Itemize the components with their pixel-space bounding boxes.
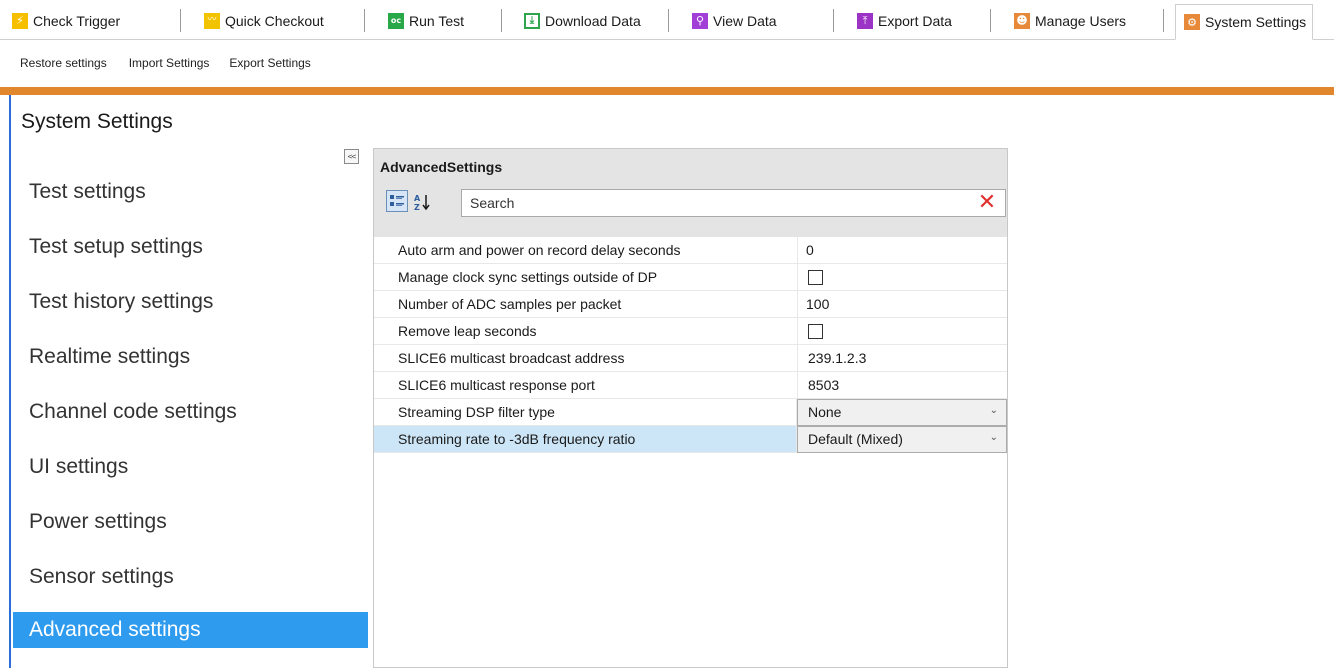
property-name: Streaming rate to -3dB frequency ratio — [374, 426, 797, 452]
tab-view-data[interactable]: ⚲ View Data — [692, 9, 777, 32]
tab-divider — [180, 9, 181, 32]
chevron-down-icon: ⌄ — [989, 431, 998, 443]
property-grid-header: AdvancedSettings A Z Search ✕ — [374, 149, 1007, 237]
categorized-icon — [390, 195, 404, 206]
view-data-icon: ⚲ — [692, 12, 708, 29]
settings-icon: ⚙ — [1184, 14, 1200, 30]
search-box: ✕ — [461, 189, 1006, 217]
property-row[interactable]: SLICE6 multicast broadcast address 239.1… — [374, 345, 1007, 372]
dropdown-selected-value: None — [808, 404, 842, 420]
import-settings-menu-item[interactable]: Import Settings — [129, 56, 210, 76]
property-checkbox[interactable] — [808, 323, 823, 339]
download-icon: ⤓ — [524, 12, 540, 29]
clear-search-icon[interactable]: ✕ — [977, 192, 997, 214]
svg-text:Z: Z — [414, 203, 420, 212]
sidebar-item-test-settings[interactable]: Test settings — [13, 174, 368, 210]
property-name: Remove leap seconds — [374, 318, 798, 344]
property-value-cell — [798, 264, 1007, 290]
property-row[interactable]: Remove leap seconds — [374, 318, 1007, 345]
tab-divider — [1163, 9, 1164, 32]
tab-download-data[interactable]: ⤓ Download Data — [524, 9, 641, 32]
restore-settings-menu-item[interactable]: Restore settings — [20, 56, 107, 76]
sidebar-item-realtime-settings[interactable]: Realtime settings — [13, 339, 368, 375]
tab-divider — [990, 9, 991, 32]
tab-divider — [364, 9, 365, 32]
tab-system-settings[interactable]: ⚙ System Settings — [1175, 4, 1314, 40]
property-list: Auto arm and power on record delay secon… — [374, 237, 1007, 453]
settings-panel: System Settings Test settings Test setup… — [9, 95, 1334, 668]
property-row[interactable]: Manage clock sync settings outside of DP — [374, 264, 1007, 291]
tab-label: View Data — [713, 12, 777, 29]
property-value-input[interactable]: 239.1.2.3 — [798, 345, 1007, 371]
property-value-input[interactable]: 100 — [798, 291, 1007, 317]
tab-label: Check Trigger — [33, 12, 121, 29]
dropdown-selected-value: Default (Mixed) — [808, 431, 903, 447]
property-checkbox[interactable] — [808, 269, 823, 285]
property-name: SLICE6 multicast broadcast address — [374, 345, 798, 371]
tab-export-data[interactable]: ⤒ Export Data — [857, 9, 952, 32]
header-accent-bar — [0, 87, 1334, 95]
search-input[interactable] — [462, 190, 962, 216]
tab-manage-users[interactable]: ☻ Manage Users — [1014, 9, 1126, 32]
property-row[interactable]: SLICE6 multicast response port 8503 — [374, 372, 1007, 399]
alphabetical-sort-button[interactable]: A Z — [412, 192, 432, 212]
export-settings-menu-item[interactable]: Export Settings — [229, 56, 310, 76]
tab-label: Quick Checkout — [225, 12, 324, 29]
property-value-cell: Default (Mixed) ⌄ — [797, 425, 1007, 453]
sidebar-item-test-setup-settings[interactable]: Test setup settings — [13, 229, 368, 265]
svg-text:A: A — [414, 194, 421, 203]
main-tab-bar: ⚡ Check Trigger 〰 Quick Checkout oc Run … — [0, 0, 1334, 40]
tab-divider — [668, 9, 669, 32]
property-value-cell — [798, 318, 1007, 344]
property-value-input[interactable]: 0 — [798, 237, 1007, 263]
property-value-cell: None ⌄ — [797, 398, 1007, 426]
tab-quick-checkout[interactable]: 〰 Quick Checkout — [204, 9, 324, 32]
tab-label: Download Data — [545, 12, 641, 29]
property-row[interactable]: Auto arm and power on record delay secon… — [374, 237, 1007, 264]
tab-run-test[interactable]: oc Run Test — [388, 9, 464, 32]
tab-label: System Settings — [1205, 14, 1307, 30]
page-title: System Settings — [21, 110, 173, 133]
property-name: Number of ADC samples per packet — [374, 291, 798, 317]
sidebar-item-ui-settings[interactable]: UI settings — [13, 449, 368, 485]
tab-divider — [501, 9, 502, 32]
property-grid-title: AdvancedSettings — [380, 159, 503, 175]
chevron-down-icon: ⌄ — [989, 404, 998, 416]
users-icon: ☻ — [1014, 12, 1030, 29]
property-row[interactable]: Number of ADC samples per packet 100 — [374, 291, 1007, 318]
property-name: SLICE6 multicast response port — [374, 372, 798, 398]
sort-az-icon: A Z — [414, 194, 430, 212]
tab-label: Export Data — [878, 12, 952, 29]
tab-check-trigger[interactable]: ⚡ Check Trigger — [12, 9, 120, 32]
frequency-ratio-dropdown[interactable]: Default (Mixed) ⌄ — [797, 425, 1007, 453]
tab-label: Run Test — [409, 12, 464, 29]
property-value-input[interactable]: 8503 — [798, 372, 1007, 398]
categorized-view-button[interactable] — [386, 190, 408, 212]
quick-checkout-icon: 〰 — [204, 12, 220, 29]
run-test-icon: oc — [388, 12, 404, 29]
sidebar-item-sensor-settings[interactable]: Sensor settings — [13, 559, 368, 595]
sidebar-item-channel-code-settings[interactable]: Channel code settings — [13, 394, 368, 430]
dsp-filter-type-dropdown[interactable]: None ⌄ — [797, 398, 1007, 426]
sidebar-item-test-history-settings[interactable]: Test history settings — [13, 284, 368, 320]
tab-divider — [833, 9, 834, 32]
property-name: Auto arm and power on record delay secon… — [374, 237, 798, 263]
property-row[interactable]: Streaming rate to -3dB frequency ratio D… — [374, 425, 1007, 453]
settings-menu-strip: Restore settings Import Settings Export … — [0, 56, 311, 76]
sidebar-item-advanced-settings[interactable]: Advanced settings — [13, 612, 368, 648]
export-icon: ⤒ — [857, 12, 873, 29]
tab-label: Manage Users — [1035, 12, 1127, 29]
property-name: Streaming DSP filter type — [374, 399, 797, 425]
trigger-icon: ⚡ — [12, 12, 28, 29]
property-grid: AdvancedSettings A Z Search ✕ Auto arm a… — [373, 148, 1008, 668]
property-row[interactable]: Streaming DSP filter type None ⌄ — [374, 398, 1007, 426]
sidebar-item-power-settings[interactable]: Power settings — [13, 504, 368, 540]
property-name: Manage clock sync settings outside of DP — [374, 264, 798, 290]
collapse-sidebar-button[interactable]: << — [344, 149, 359, 164]
